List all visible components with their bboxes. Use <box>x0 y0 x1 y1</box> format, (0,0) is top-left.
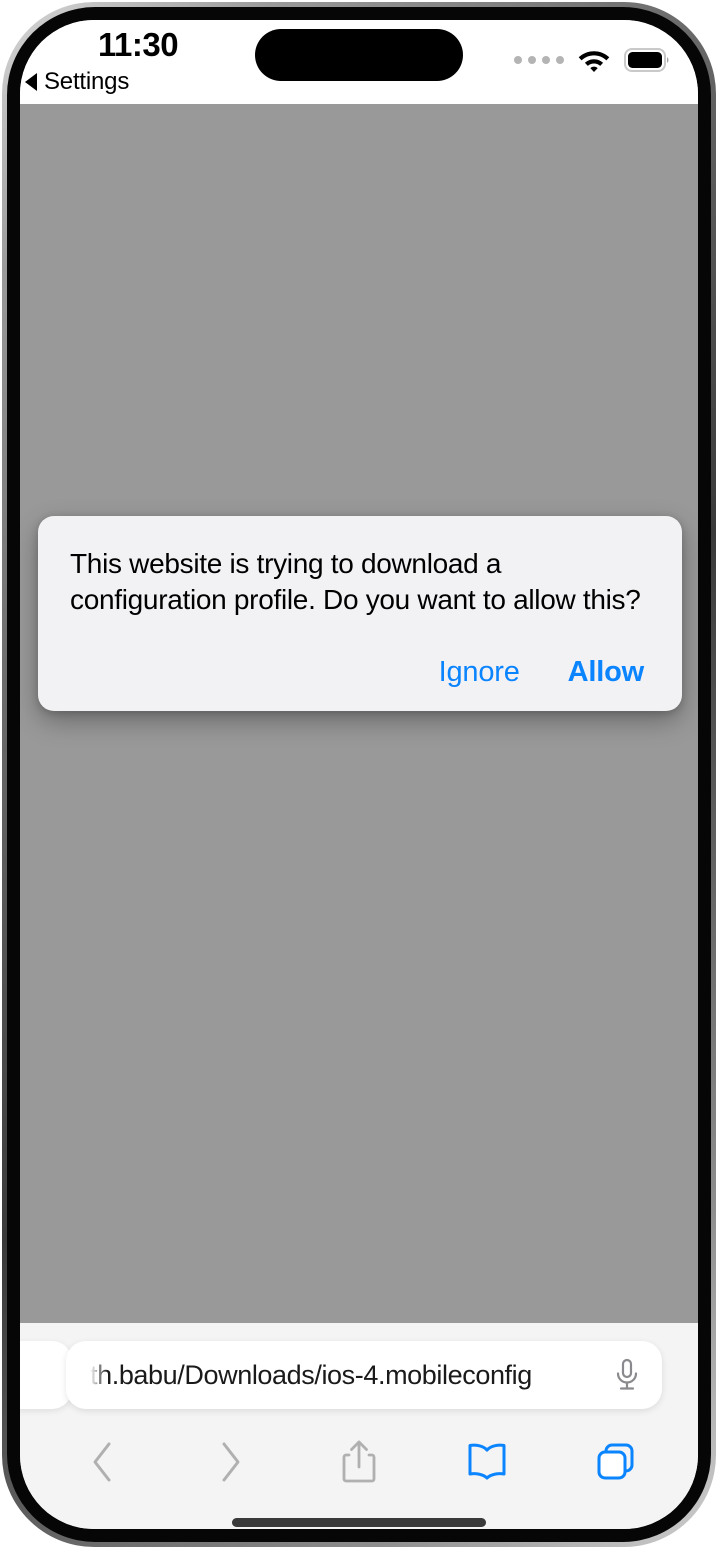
wifi-icon <box>578 51 610 72</box>
url-text[interactable]: th.babu/Downloads/ios-4.mobileconfig <box>90 1360 604 1391</box>
back-triangle-icon <box>25 73 37 91</box>
share-icon <box>342 1440 376 1483</box>
home-indicator <box>232 1518 486 1527</box>
adjacent-tab-card[interactable] <box>20 1341 72 1409</box>
phone-screen: 11:30 Settings This website is trying to… <box>20 20 698 1529</box>
back-button[interactable] <box>65 1431 139 1493</box>
phone-frame: 11:30 Settings This website is trying to… <box>0 0 718 1549</box>
battery-full-icon <box>624 48 670 72</box>
back-to-settings-label: Settings <box>44 68 130 95</box>
web-page-content <box>20 104 698 1323</box>
cellular-signal-dots-icon <box>514 56 564 64</box>
dialog-action-row: Ignore Allow <box>70 656 652 689</box>
book-icon <box>468 1443 506 1480</box>
forward-button[interactable] <box>194 1431 268 1493</box>
browser-toolbar <box>20 1427 698 1497</box>
share-button[interactable] <box>322 1431 396 1493</box>
allow-button[interactable]: Allow <box>568 656 645 689</box>
back-to-settings-link[interactable]: Settings <box>25 68 129 96</box>
dialog-message-text: This website is trying to download a con… <box>70 548 641 615</box>
chevron-right-icon <box>222 1442 240 1482</box>
ignore-button[interactable]: Ignore <box>439 656 520 689</box>
browser-bottom-bar: th.babu/Downloads/ios-4.mobileconfig <box>20 1323 698 1529</box>
url-address-bar[interactable]: th.babu/Downloads/ios-4.mobileconfig <box>66 1341 662 1409</box>
status-bar-indicators <box>514 47 670 73</box>
download-configuration-profile-dialog: This website is trying to download a con… <box>38 516 682 711</box>
status-bar-time: 11:30 <box>98 26 179 63</box>
tabs-button[interactable] <box>579 1431 653 1493</box>
microphone-icon[interactable] <box>614 1358 640 1392</box>
tabs-icon <box>597 1443 634 1480</box>
dynamic-island <box>255 29 463 81</box>
bookmarks-button[interactable] <box>450 1431 524 1493</box>
chevron-left-icon <box>93 1442 111 1482</box>
